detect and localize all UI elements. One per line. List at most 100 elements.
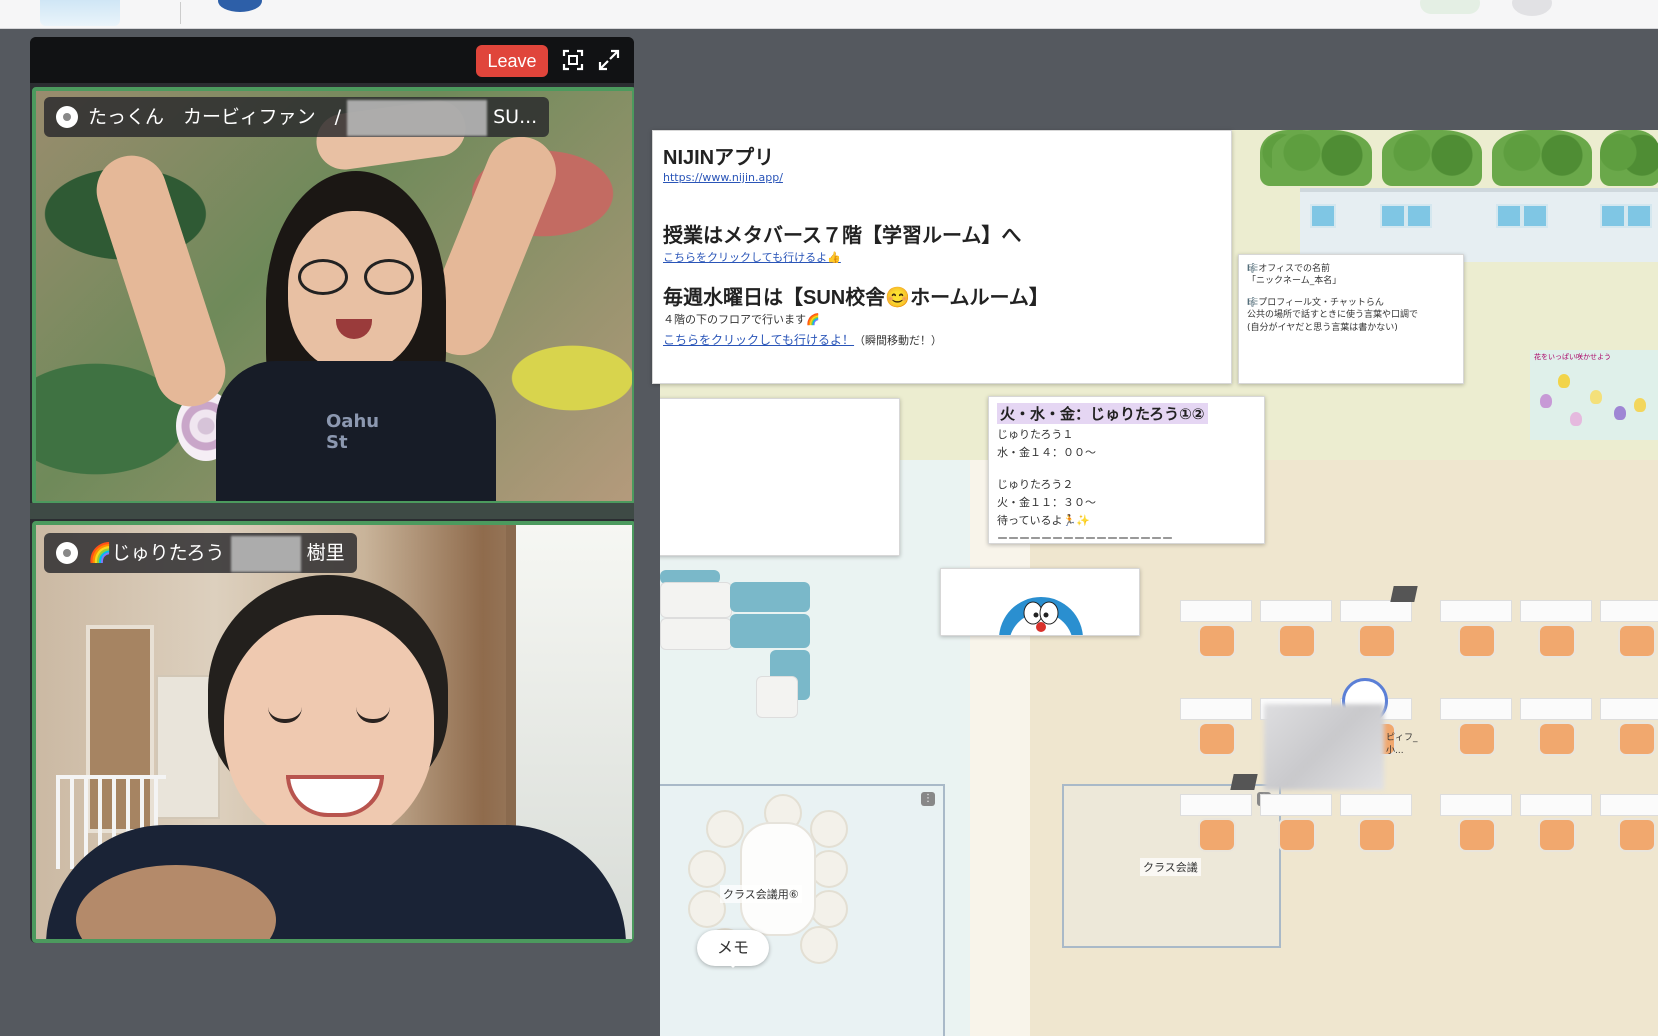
homeroom-floor-text: ４階の下のフロアで行います🌈 (663, 313, 820, 326)
glasses (298, 259, 414, 295)
desk-row (1440, 794, 1658, 860)
desk[interactable] (1340, 600, 1412, 666)
desk[interactable] (1340, 794, 1412, 860)
schedule-line: 待っているよ🏃✨ (997, 514, 1090, 527)
room-label: クラス会議用⑥ (720, 885, 802, 903)
homeroom-heading: 毎週水曜日は【SUN校舎😊ホームルーム】 (663, 287, 1049, 309)
focus-icon[interactable] (562, 49, 584, 71)
window (1522, 204, 1548, 228)
window (1626, 204, 1652, 228)
participant-video-tile[interactable]: Oahu St たっくん カービィファン / SU... (32, 87, 634, 505)
rules-line: (自分がイヤだと思う言葉は書かない) (1247, 322, 1398, 333)
rules-line: 公共の場所で話すときに使う言葉や口調で (1247, 310, 1419, 321)
desk[interactable] (1520, 698, 1592, 764)
participant-name-tag: 🌈じゅりたろう 樹里 (44, 533, 357, 573)
nav-icon[interactable] (218, 0, 262, 12)
corridor (970, 460, 1030, 1036)
rules-line: 🎼オフィスでの名前 (1247, 264, 1331, 274)
fullscreen-icon[interactable] (598, 49, 620, 71)
schedule-line: じゅりたろう１ (997, 428, 1074, 441)
profile-icon[interactable] (1512, 0, 1552, 16)
mic-status-icon (56, 106, 78, 128)
video-call-toolbar: Leave (30, 37, 634, 83)
schedule-title: 火・水・金：じゅりたろう①② (997, 403, 1208, 424)
shirt-print: Oahu St (326, 411, 380, 453)
study-room-heading: 授業はメタバース７階【学習ルーム】へ (663, 225, 1022, 247)
schedule-line: 水・金１４：００〜 (997, 446, 1096, 459)
sofa[interactable] (730, 614, 810, 648)
sofa[interactable] (756, 676, 798, 718)
nijin-info-card[interactable]: NIJINアプリ https://www.nijin.app/ 授業はメタバース… (652, 130, 1232, 384)
mic-status-icon (56, 542, 78, 564)
desk[interactable] (1600, 600, 1658, 666)
doraemon-icon (999, 597, 1083, 635)
participant-name: 🌈じゅりたろう (88, 542, 225, 564)
desk[interactable] (1180, 794, 1252, 860)
desk-row (1180, 600, 1412, 666)
hedge (1272, 130, 1372, 186)
sofa[interactable] (730, 582, 810, 612)
app-top-bar (0, 0, 1658, 29)
leave-button[interactable]: Leave (476, 45, 548, 77)
desk[interactable] (1520, 794, 1592, 860)
blurred-name (230, 535, 301, 572)
flower-bed[interactable]: 花をいっぱい咲かせよう (1530, 350, 1658, 440)
schedule-line: じゅりたろう２ (997, 478, 1074, 491)
rules-line: 「ニックネーム_本名」 (1247, 276, 1342, 287)
window (1310, 204, 1336, 228)
chair (688, 850, 726, 888)
meeting-table (740, 822, 816, 936)
hedge (1492, 130, 1592, 186)
sofa[interactable] (660, 618, 732, 650)
app-logo[interactable] (40, 0, 120, 26)
card-title: NIJINアプリ (663, 147, 775, 169)
schedule-line (997, 462, 1208, 474)
participant-name-tag: たっくん カービィファン / SU... (44, 97, 550, 137)
desk[interactable] (1180, 600, 1252, 666)
flower-icon (1540, 394, 1552, 408)
chair (706, 810, 744, 848)
memo-button[interactable]: メモ (697, 930, 769, 968)
building-facade (1300, 188, 1658, 262)
avatar-name-label: ピィフ_小... (1386, 733, 1418, 756)
window (1380, 204, 1406, 228)
desk[interactable] (1440, 600, 1512, 666)
top-bar-divider (180, 2, 181, 24)
rules-line: 🎼プロフィール文・チャットらん (1247, 298, 1384, 309)
desk[interactable] (1600, 794, 1658, 860)
flower-icon (1558, 374, 1570, 388)
nijin-url-link[interactable]: https://www.nijin.app/ (663, 171, 783, 184)
sofa[interactable] (660, 582, 732, 618)
blurred-name (347, 99, 488, 136)
desk-row (1440, 600, 1658, 666)
rules-note-card[interactable]: 🎼オフィスでの名前 「ニックネーム_本名」 🎼プロフィール文・チャットらん 公共… (1238, 254, 1464, 384)
desk-row (1180, 794, 1412, 860)
blank-note-card[interactable] (660, 398, 900, 556)
desk[interactable] (1180, 698, 1252, 764)
flower-icon (1570, 412, 1582, 426)
video-call-panel: Leave Oahu St たっくん カービィファン / SU... 🌈じゅりた… (30, 37, 634, 943)
desk-row (1440, 698, 1658, 764)
study-room-link[interactable]: こちらをクリックしても行けるよ👍 (663, 249, 841, 265)
image-card[interactable] (940, 568, 1140, 636)
desk[interactable] (1440, 698, 1512, 764)
schedule-note-card[interactable]: 火・水・金：じゅりたろう①② じゅりたろう１ 水・金１４：００〜 じゅりたろう２… (988, 396, 1265, 544)
window (1406, 204, 1432, 228)
laptop-icon (1390, 586, 1418, 602)
desk[interactable] (1440, 794, 1512, 860)
participant-video-tile[interactable]: 🌈じゅりたろう 樹里 (32, 521, 634, 943)
flower-icon (1590, 390, 1602, 404)
homeroom-link[interactable]: こちらをクリックしても行けるよ！ (663, 333, 854, 347)
window (1600, 204, 1626, 228)
room-menu-icon[interactable]: ⋮ (921, 792, 935, 806)
desk[interactable] (1260, 794, 1332, 860)
schedule-line: ーーーーーーーーーーーーーーーー (997, 532, 1173, 544)
desk[interactable] (1260, 600, 1332, 666)
status-pill[interactable] (1420, 0, 1480, 14)
desk[interactable] (1520, 600, 1592, 666)
desk[interactable] (1600, 698, 1658, 764)
participant-name-suffix: SU... (493, 106, 538, 128)
chair (810, 810, 848, 848)
tile-divider (30, 503, 634, 519)
flower-icon (1614, 406, 1626, 420)
